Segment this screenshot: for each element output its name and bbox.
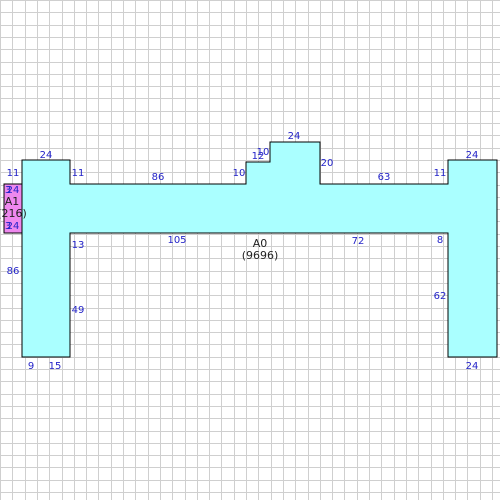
dim-top-24: 24 (288, 131, 301, 142)
dim-top-right-24: 24 (466, 150, 479, 161)
dim-bottom-15: 15 (49, 361, 62, 372)
dim-top-86: 86 (152, 172, 165, 183)
dim-inner-8: 8 (437, 235, 443, 246)
area-a0-size: (9696) (242, 249, 279, 262)
dim-right-20: 20 (321, 158, 334, 169)
dim-bottom-9: 9 (28, 361, 34, 372)
dim-inner-49: 49 (72, 305, 85, 316)
dim-bottom-right-24: 24 (466, 361, 479, 372)
dim-step-10b: 10 (257, 147, 270, 158)
dim-a1-bottom-small: 3 (5, 221, 11, 232)
dim-a1-top-small: 3 (5, 185, 11, 196)
floorplan-drawing: A0 (9696) A1 (216) 24 11 11 86 10 12 10 … (0, 0, 500, 500)
area-a1-size: (216) (0, 207, 27, 220)
dim-top-63: 63 (378, 172, 391, 183)
dim-top-left: 24 (40, 150, 53, 161)
dim-step-10a: 10 (233, 168, 246, 179)
dim-step-11: 11 (72, 168, 85, 179)
dim-left-86: 86 (7, 266, 20, 277)
dim-right-62: 62 (434, 291, 447, 302)
dim-bottom-105: 105 (167, 235, 186, 246)
dim-inner-13: 13 (72, 240, 85, 251)
dim-left-11: 11 (7, 168, 20, 179)
dim-bottom-72: 72 (352, 236, 365, 247)
floorplan-canvas: A0 (9696) A1 (216) 24 11 11 86 10 12 10 … (0, 0, 500, 500)
dim-step-11b: 11 (434, 168, 447, 179)
